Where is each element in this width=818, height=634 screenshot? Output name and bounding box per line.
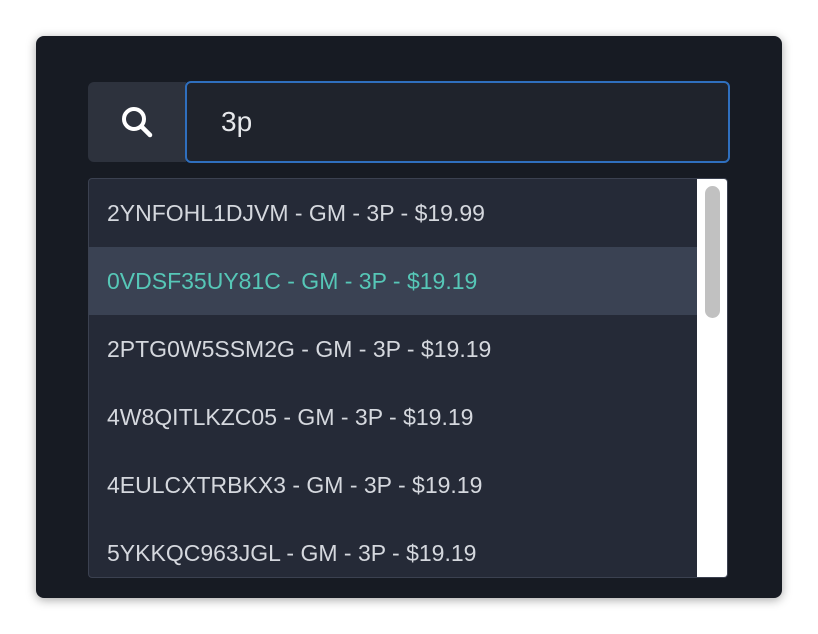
results-dropdown: 2YNFOHL1DJVM - GM - 3P - $19.99 0VDSF35U… <box>88 178 728 578</box>
result-item[interactable]: 5YKKQC963JGL - GM - 3P - $19.19 <box>89 519 697 577</box>
search-input[interactable] <box>185 81 730 163</box>
result-item[interactable]: 0VDSF35UY81C - GM - 3P - $19.19 <box>89 247 697 315</box>
result-item[interactable]: 4EULCXTRBKX3 - GM - 3P - $19.19 <box>89 451 697 519</box>
search-bar <box>88 81 730 163</box>
result-item[interactable]: 2YNFOHL1DJVM - GM - 3P - $19.99 <box>89 179 697 247</box>
result-item[interactable]: 2PTG0W5SSM2G - GM - 3P - $19.19 <box>89 315 697 383</box>
search-button[interactable] <box>88 82 186 162</box>
search-icon <box>120 105 154 139</box>
scrollbar[interactable] <box>697 179 727 577</box>
search-panel: 2YNFOHL1DJVM - GM - 3P - $19.99 0VDSF35U… <box>36 36 782 598</box>
scrollbar-thumb[interactable] <box>705 186 720 318</box>
result-item[interactable]: 4W8QITLKZC05 - GM - 3P - $19.19 <box>89 383 697 451</box>
results-list: 2YNFOHL1DJVM - GM - 3P - $19.99 0VDSF35U… <box>89 179 697 577</box>
